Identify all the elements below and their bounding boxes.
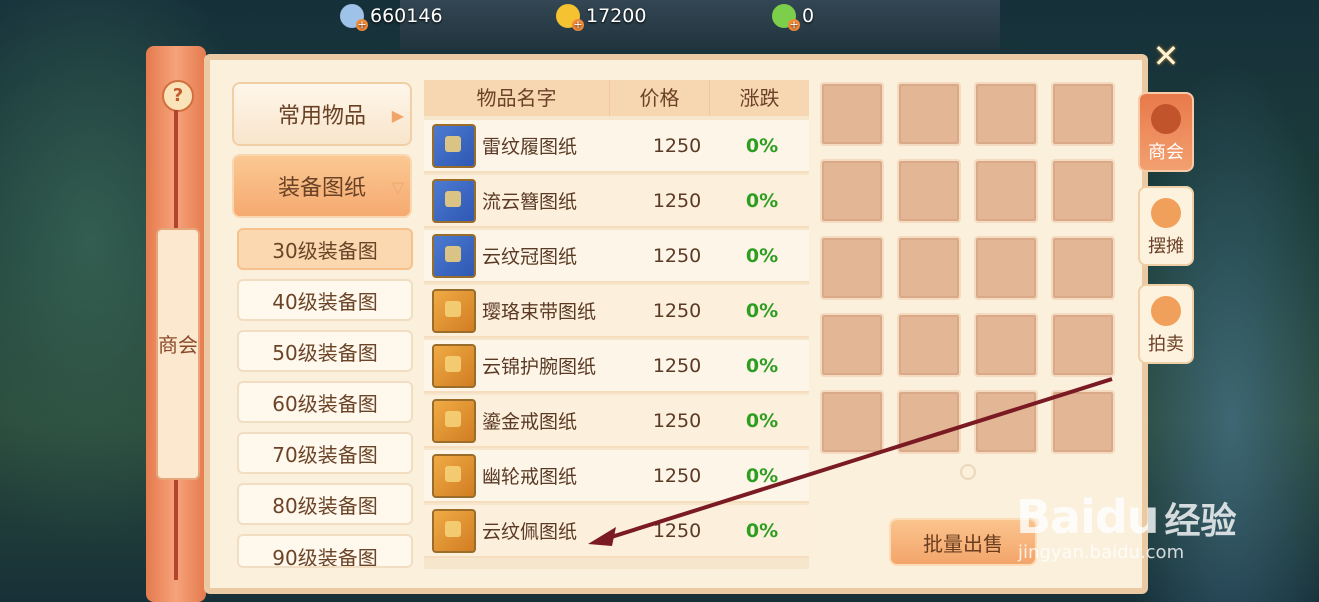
watermark-brand: Baidu [1016,490,1160,544]
watermark-cn: 经验 [1164,501,1237,542]
baidu-watermark: Baidu 经验 jingyan.baidu.com [1016,490,1237,563]
watermark-url: jingyan.baidu.com [1018,542,1185,563]
